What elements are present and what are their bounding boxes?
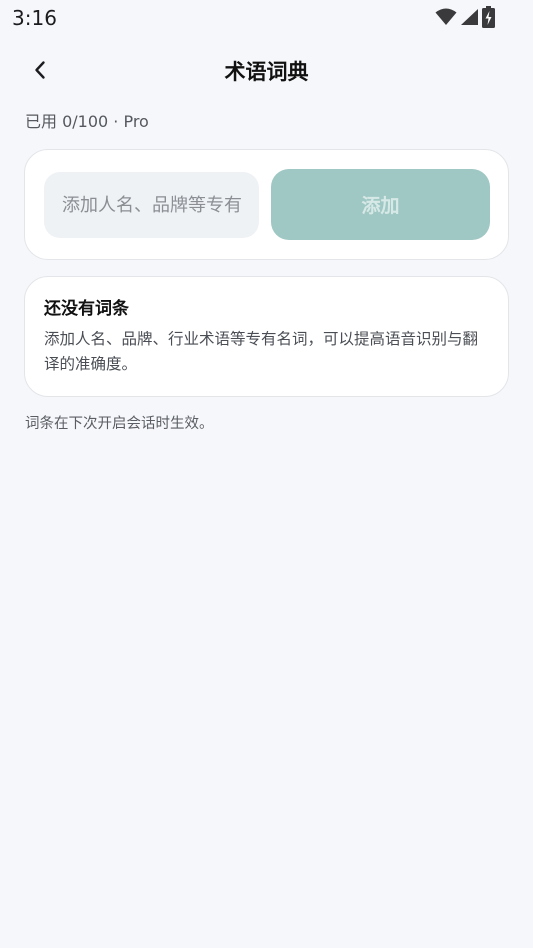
effective-note: 词条在下次开启会话时生效。 — [25, 416, 214, 432]
wifi-icon — [435, 8, 457, 26]
signal-icon — [460, 8, 479, 26]
add-term-card: 添加 — [24, 149, 509, 260]
battery-charging-icon — [482, 6, 495, 28]
status-bar: 3:16 — [0, 0, 533, 36]
add-button[interactable]: 添加 — [271, 169, 490, 240]
status-icons — [435, 6, 495, 28]
page-title: 术语词典 — [224, 60, 309, 84]
status-time: 3:16 — [12, 6, 57, 30]
empty-state-card: 还没有词条 添加人名、品牌、行业术语等专有名词，可以提高语音识别与翻译的准确度。 — [24, 276, 509, 397]
term-input[interactable] — [44, 172, 259, 238]
empty-state-title: 还没有词条 — [44, 299, 129, 319]
app-bar: 术语词典 — [0, 50, 533, 94]
usage-quota: 已用 0/100 · Pro — [25, 112, 149, 131]
empty-state-description: 添加人名、品牌、行业术语等专有名词，可以提高语音识别与翻译的准确度。 — [44, 330, 479, 373]
